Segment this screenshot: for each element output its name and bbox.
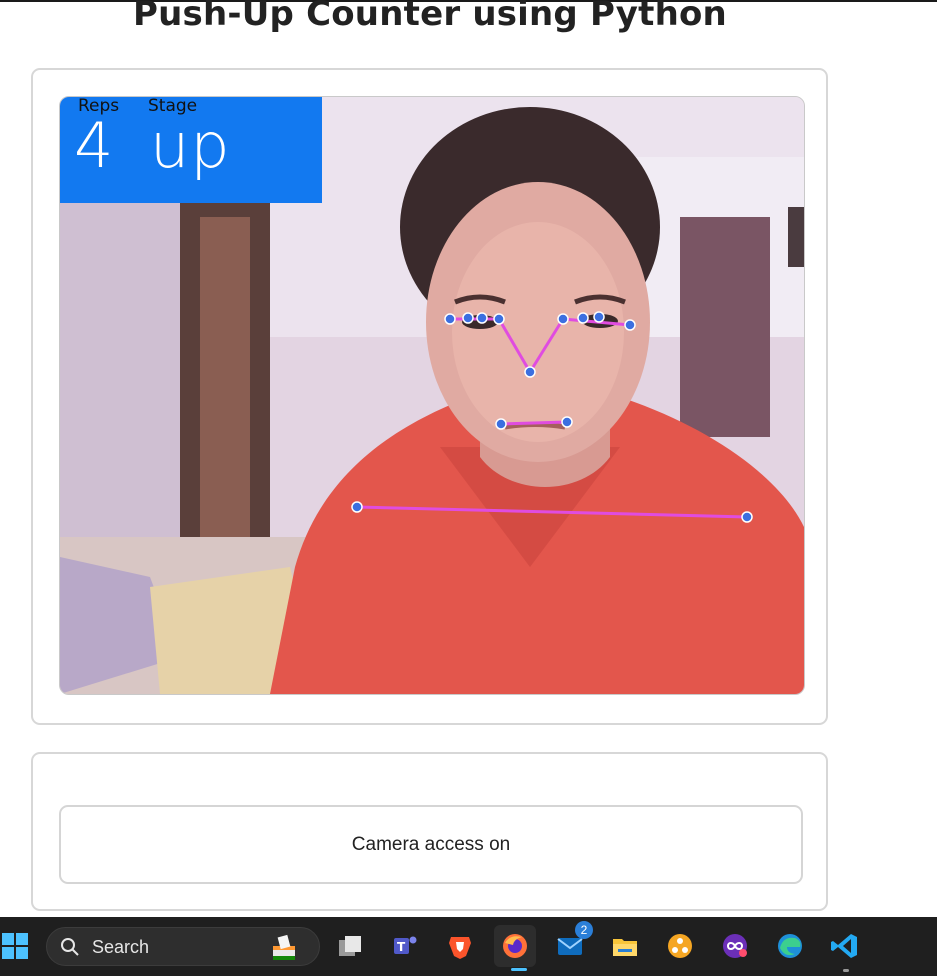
app-icon[interactable] <box>659 925 701 967</box>
firefox-icon[interactable] <box>494 925 536 971</box>
svg-text:T: T <box>397 940 406 954</box>
rep-counter-overlay: Reps Stage 4 up <box>60 97 322 203</box>
mail-badge: 2 <box>575 921 593 939</box>
page-title: Push-Up Counter using Python <box>133 0 727 34</box>
status-card: Camera access on <box>31 752 828 911</box>
file-explorer-icon[interactable] <box>604 925 646 967</box>
vscode-icon[interactable] <box>824 925 866 972</box>
edge-icon[interactable] <box>769 925 811 967</box>
taskbar-search-box[interactable]: Search <box>46 927 320 966</box>
teams-icon[interactable]: T <box>384 925 426 967</box>
running-indicator <box>843 969 849 972</box>
camera-feed: Reps Stage 4 up <box>59 96 805 695</box>
search-icon <box>61 938 79 956</box>
task-view-icon[interactable] <box>330 925 372 967</box>
video-card: Reps Stage 4 up <box>31 68 828 725</box>
start-icon[interactable] <box>0 925 36 967</box>
stage-value: up <box>150 109 231 182</box>
taskbar: Search T 2 <box>0 917 937 976</box>
mail-icon[interactable]: 2 <box>549 921 593 967</box>
brave-icon[interactable] <box>439 925 481 967</box>
camera-status-button[interactable]: Camera access on <box>59 805 803 884</box>
search-placeholder: Search <box>92 937 150 957</box>
infinity-app-icon[interactable] <box>714 925 756 967</box>
reps-value: 4 <box>74 109 115 182</box>
active-indicator <box>511 968 527 971</box>
ballot-box-icon <box>273 934 295 960</box>
